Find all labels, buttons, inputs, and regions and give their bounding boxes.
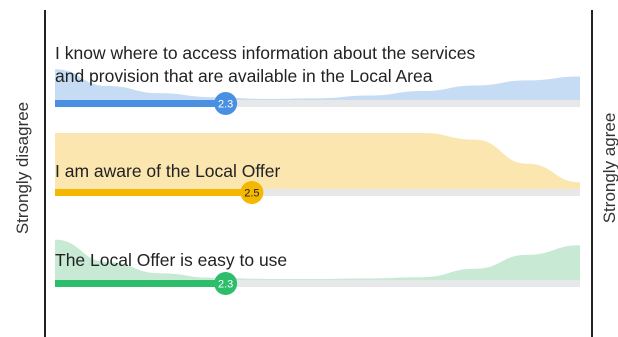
axis-min-label: Strongly disagree bbox=[13, 102, 32, 234]
chart-rows: I know where to access information about… bbox=[55, 43, 580, 295]
mean-bar bbox=[55, 189, 252, 196]
mean-bar bbox=[55, 100, 226, 107]
statement-label: I know where to access information about… bbox=[55, 43, 475, 63]
statement-label: The Local Offer is easy to use bbox=[55, 250, 287, 270]
likert-row: I am aware of the Local Offer 2.5 bbox=[55, 133, 580, 204]
axis-max-label: Strongly agree bbox=[600, 113, 618, 224]
statement-label: I am aware of the Local Offer bbox=[55, 161, 281, 181]
likert-row: The Local Offer is easy to use 2.3 bbox=[55, 239, 580, 295]
likert-row: I know where to access information about… bbox=[55, 43, 580, 115]
mean-bar bbox=[55, 280, 226, 287]
mean-value-label: 2.3 bbox=[218, 99, 233, 111]
likert-chart: Strongly disagree Strongly agree I know … bbox=[13, 10, 618, 337]
statement-label: and provision that are available in the … bbox=[55, 66, 433, 86]
mean-value-label: 2.5 bbox=[244, 188, 259, 200]
mean-value-label: 2.3 bbox=[218, 279, 233, 291]
